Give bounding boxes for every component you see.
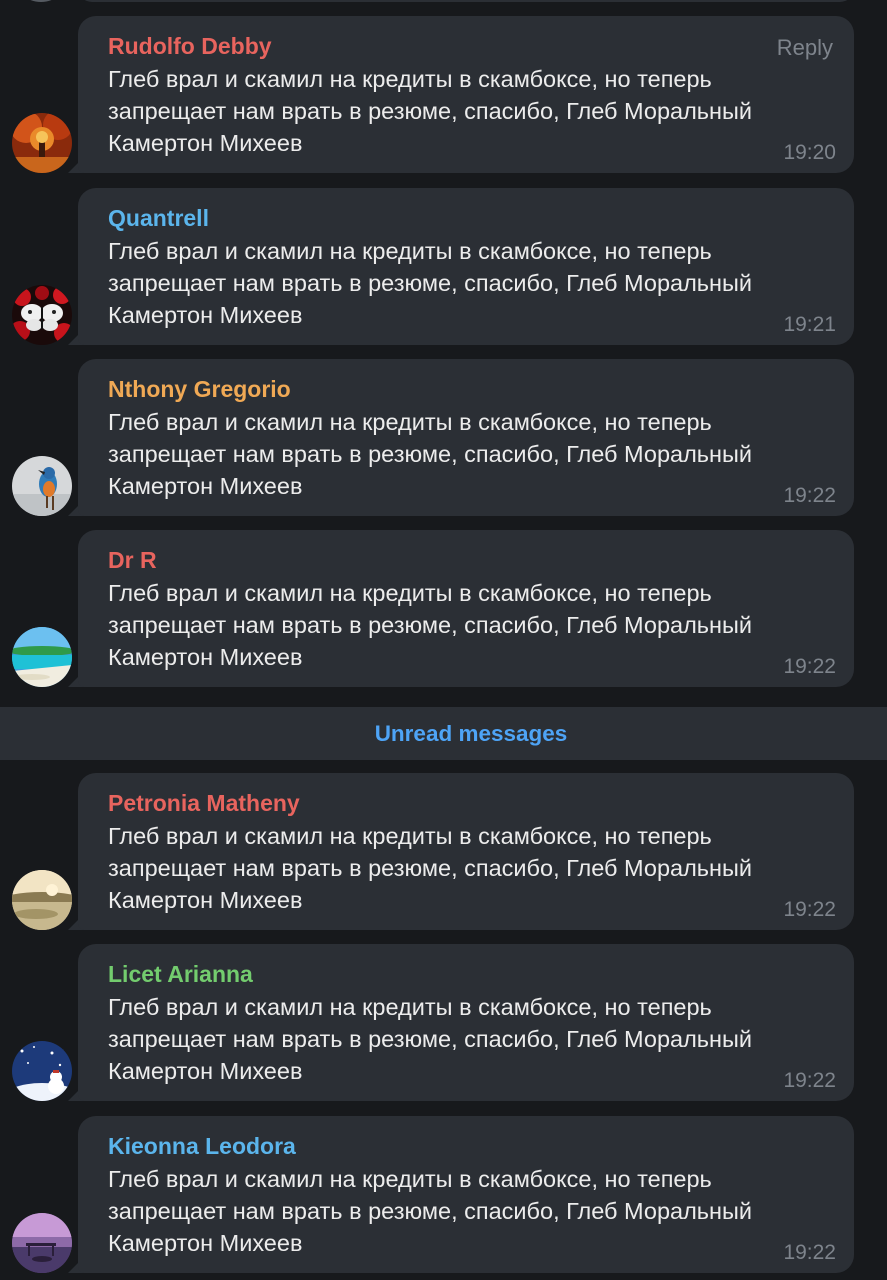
message-bubble[interactable]: Kieonna Leodora Глеб врал и скамил на кр… [78, 1116, 854, 1273]
message-bubble[interactable]: Nthony Gregorio Глеб врал и скамил на кр… [78, 359, 854, 516]
message-bubble[interactable]: Licet Arianna Глеб врал и скамил на кред… [78, 944, 854, 1101]
message-bubble[interactable]: Dr R Глеб врал и скамил на кредиты в ска… [78, 530, 854, 687]
message-item[interactable]: Dr R Глеб врал и скамил на кредиты в ска… [0, 530, 887, 687]
sender-name[interactable]: Licet Arianna [108, 961, 253, 988]
message-item[interactable]: Licet Arianna Глеб врал и скамил на кред… [0, 944, 887, 1101]
message-text: Глеб врал и скамил на кредиты в скамбокс… [108, 1166, 753, 1257]
purple-dusk-lake-avatar[interactable] [12, 1213, 72, 1273]
message-bubble[interactable] [78, 0, 854, 2]
tropical-beach-avatar[interactable] [12, 627, 72, 687]
message-bubble[interactable]: Rudolfo Debby Reply Глеб врал и скамил н… [78, 16, 854, 173]
message-text: Глеб врал и скамил на кредиты в скамбокс… [108, 409, 753, 500]
chat-message-list[interactable]: Rudolfo Debby Reply Глеб врал и скамил н… [0, 0, 887, 1280]
kingfisher-bird-avatar[interactable] [12, 456, 72, 516]
divider-label: Unread messages [374, 720, 568, 746]
message-item[interactable]: Petronia Matheny Глеб врал и скамил на к… [0, 773, 887, 930]
autumn-forest-avatar[interactable] [12, 113, 72, 173]
message-text: Глеб врал и скамил на кредиты в скамбокс… [108, 580, 753, 671]
unread-messages-divider: Unread messages [0, 707, 887, 760]
message-time: 19:22 [783, 898, 836, 921]
sender-name[interactable]: Rudolfo Debby [108, 33, 272, 60]
sunset-lake-avatar[interactable] [12, 870, 72, 930]
message-item[interactable]: Rudolfo Debby Reply Глеб врал и скамил н… [0, 16, 887, 173]
message-time: 19:22 [783, 1069, 836, 1092]
avatar[interactable] [12, 0, 70, 2]
message-bubble[interactable]: Petronia Matheny Глеб врал и скамил на к… [78, 773, 854, 930]
sender-name[interactable]: Nthony Gregorio [108, 376, 291, 403]
message-text: Глеб врал и скамил на кредиты в скамбокс… [108, 66, 753, 157]
message-item[interactable]: Quantrell Глеб врал и скамил на кредиты … [0, 188, 887, 345]
message-time: 19:22 [783, 655, 836, 678]
sender-name[interactable]: Kieonna Leodora [108, 1133, 296, 1160]
message-time: 19:22 [783, 484, 836, 507]
message-time: 19:20 [783, 141, 836, 164]
sender-name[interactable]: Petronia Matheny [108, 790, 300, 817]
sender-name[interactable]: Dr R [108, 547, 157, 574]
message-item[interactable]: Kieonna Leodora Глеб врал и скамил на кр… [0, 1116, 887, 1273]
sender-name[interactable]: Quantrell [108, 205, 209, 232]
message-bubble[interactable]: Quantrell Глеб врал и скамил на кредиты … [78, 188, 854, 345]
message-time: 19:22 [783, 1241, 836, 1264]
message-time: 19:21 [783, 313, 836, 336]
message-text: Глеб врал и скамил на кредиты в скамбокс… [108, 238, 753, 329]
reply-button[interactable]: Reply [777, 35, 833, 61]
winter-snowman-avatar[interactable] [12, 1041, 72, 1101]
message-item[interactable]: Nthony Gregorio Глеб врал и скамил на кр… [0, 359, 887, 516]
butterfly-roses-avatar[interactable] [12, 285, 72, 345]
message-text: Глеб врал и скамил на кредиты в скамбокс… [108, 994, 753, 1085]
message-text: Глеб врал и скамил на кредиты в скамбокс… [108, 823, 753, 914]
